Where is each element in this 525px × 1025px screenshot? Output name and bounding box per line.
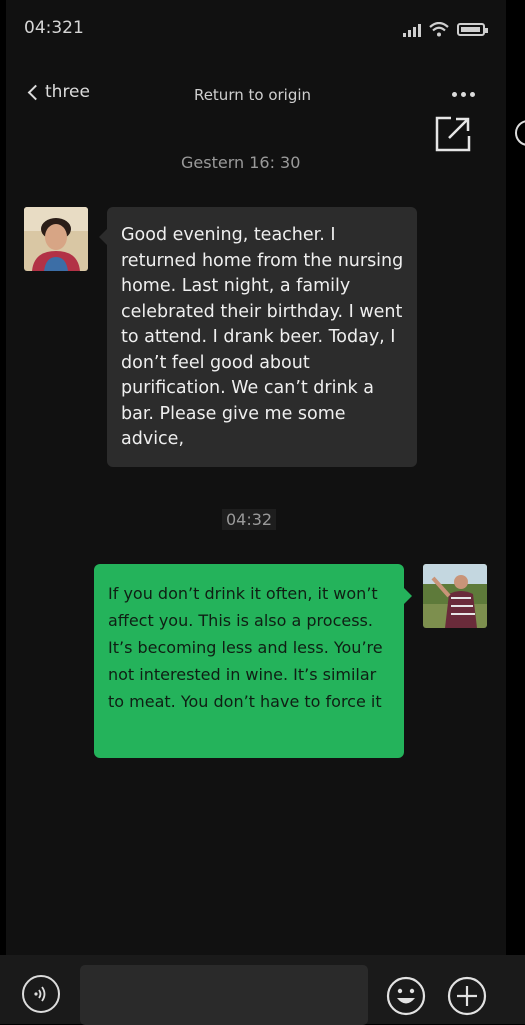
voice-icon[interactable] — [22, 975, 60, 1013]
input-bar — [0, 955, 525, 1025]
signal-icon — [403, 23, 421, 37]
battery-icon — [457, 23, 488, 36]
outgoing-message-bubble[interactable]: If you don’t drink it often, it won’t af… — [94, 564, 412, 758]
wifi-icon — [429, 22, 449, 37]
contact-avatar[interactable] — [24, 207, 88, 271]
message-timestamp: 04:32 — [222, 509, 277, 530]
message-timestamp: Gestern 16: 30 — [181, 153, 301, 172]
share-external-icon[interactable] — [435, 116, 471, 152]
status-bar: 04:321 — [0, 0, 525, 60]
chat-title: Return to origin — [193, 86, 312, 104]
status-time: 04:321 — [24, 18, 84, 38]
floating-circle-icon[interactable] — [515, 120, 525, 146]
user-avatar[interactable] — [423, 564, 487, 628]
emoji-icon[interactable] — [386, 976, 426, 1016]
outgoing-message-text: If you don’t drink it often, it won’t af… — [108, 584, 383, 711]
status-icons — [403, 22, 488, 37]
plus-icon[interactable] — [447, 976, 487, 1016]
incoming-message-bubble[interactable]: Good evening, teacher. I returned home f… — [99, 207, 417, 467]
nav-bar: three Return to origin — [0, 74, 525, 114]
incoming-message-text: Good evening, teacher. I returned home f… — [121, 225, 404, 449]
more-dots-icon[interactable] — [452, 92, 475, 97]
message-input[interactable] — [80, 965, 368, 1025]
